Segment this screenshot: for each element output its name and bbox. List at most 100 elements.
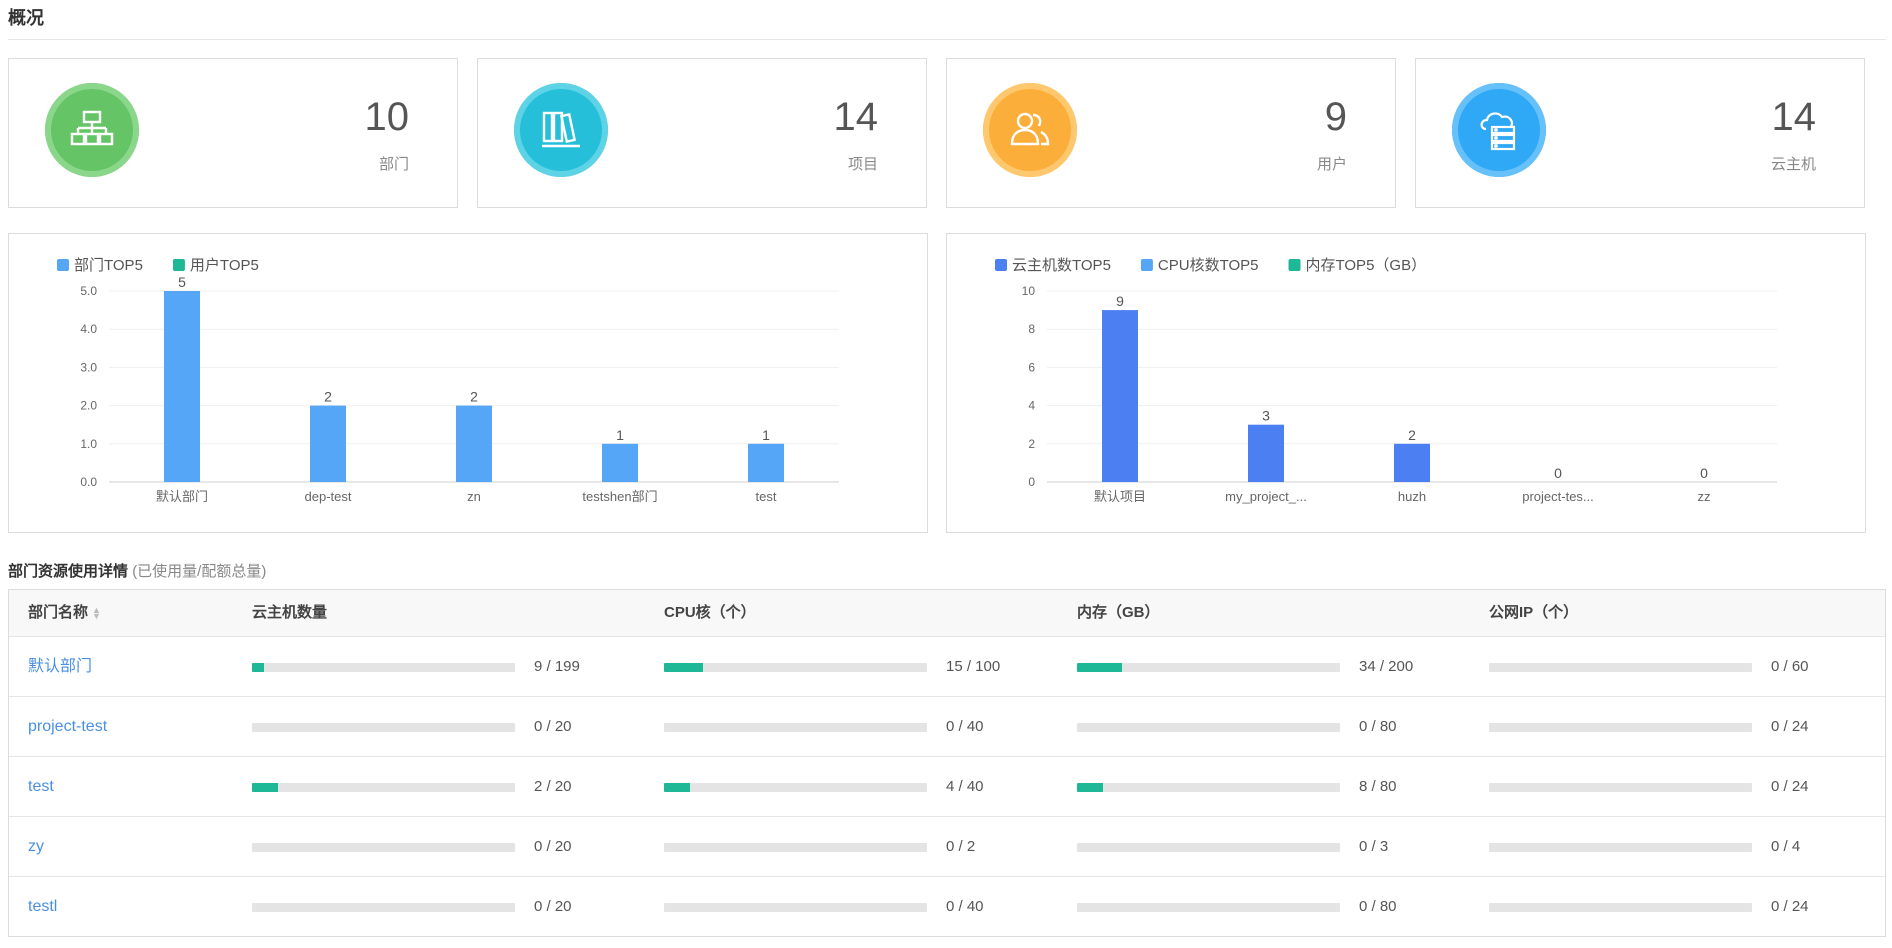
x-tick-label: dep-test: [305, 489, 352, 504]
data-label: 2: [470, 389, 478, 405]
column-header-memory: 内存（GB）: [1077, 604, 1160, 621]
x-tick-label: project-tes...: [1522, 489, 1594, 504]
stat-card-department: 10 部门: [8, 58, 458, 208]
y-tick-label: 3.0: [80, 360, 97, 374]
usage-value: 0 / 40: [946, 898, 984, 915]
bar: [164, 291, 200, 482]
table-row: testl 0 / 20 0 / 40 0 / 80 0 / 24: [9, 877, 1885, 936]
usage-bar: [252, 723, 515, 732]
cloud-server-top5-chart-svg: 云主机数TOP5 CPU核数TOP5 内存TOP5（GB） 0 2 4 6 8 10 9 默认项目 3…: [995, 257, 1777, 504]
table-header: 部门名称 ▲ ▼ 云主机数量 CPU核（个） 内存（GB） 公网IP（个）: [9, 590, 1885, 637]
usage-value: 0 / 20: [534, 898, 572, 915]
x-tick-label: 默认部门: [156, 489, 208, 504]
x-tick-label: huzh: [1398, 489, 1426, 504]
y-tick-label: 8: [1028, 322, 1035, 336]
usage-bar-fill: [1077, 783, 1104, 792]
y-tick-label: 2: [1028, 437, 1035, 451]
department-name-link[interactable]: project-test: [28, 697, 107, 756]
usage-bar: [664, 663, 927, 672]
usage-bar: [1489, 843, 1752, 852]
y-tick-label: 10: [1022, 284, 1036, 298]
column-header-label: 部门名称: [28, 604, 89, 621]
legend-swatch: [57, 259, 69, 271]
department-label: 部门: [378, 156, 409, 173]
y-tick-label: 0.0: [80, 475, 97, 489]
y-tick-label: 6: [1028, 360, 1035, 374]
column-header-cloud-servers: 云主机数量: [252, 604, 328, 621]
cloud-server-icon: [1452, 83, 1546, 177]
bar: [1102, 310, 1138, 482]
usage-bar: [252, 663, 515, 672]
usage-value: 0 / 20: [534, 718, 572, 735]
department-name-link[interactable]: testl: [28, 877, 57, 936]
stat-card-user: 9 用户: [946, 58, 1396, 208]
legend-label: 用户TOP5: [190, 257, 259, 274]
bar: [748, 443, 784, 482]
usage-value: 0 / 3: [1359, 838, 1389, 855]
legend-swatch: [995, 259, 1007, 271]
y-tick-label: 0: [1028, 475, 1035, 489]
table-row: zy 0 / 20 0 / 2 0 / 3 0 / 4: [9, 817, 1885, 877]
y-tick-label: 2.0: [80, 399, 97, 413]
legend-swatch: [1140, 259, 1153, 271]
usage-bar: [1489, 903, 1752, 912]
usage-value: 0 / 20: [534, 838, 572, 855]
department-top5-chart: 部门TOP5 用户TOP5 0.0 1.0 2.0 3.0 4.0 5.0 5 默认部门 2 dep-…: [8, 233, 928, 533]
legend-label: CPU核数TOP5: [1158, 257, 1259, 274]
data-label: 2: [1408, 427, 1416, 443]
usage-value: 15 / 100: [946, 658, 1001, 675]
usage-bar: [1077, 843, 1340, 852]
y-tick-label: 1.0: [80, 437, 97, 451]
table-row: 默认部门 9 / 199 15 / 100 34 / 200 0 / 60: [9, 637, 1885, 697]
department-icon: [45, 83, 139, 177]
usage-value: 8 / 80: [1359, 778, 1397, 795]
usage-bar-fill: [1077, 663, 1122, 672]
usage-value: 0 / 24: [1771, 778, 1809, 795]
data-label: 1: [616, 427, 624, 443]
usage-bar-fill: [664, 663, 704, 672]
data-label: 1: [762, 427, 770, 443]
usage-bar-fill: [252, 783, 279, 792]
project-count: 14: [833, 95, 879, 139]
usage-value: 4 / 40: [946, 778, 984, 795]
cloud-server-count: 14: [1771, 95, 1817, 139]
bar: [1394, 443, 1430, 482]
section-subtitle: (已使用量/配额总量): [132, 563, 267, 580]
usage-value: 0 / 80: [1359, 898, 1397, 915]
x-tick-label: test: [756, 489, 777, 504]
user-label: 用户: [1316, 156, 1347, 173]
usage-value: 9 / 199: [534, 658, 580, 675]
user-count: 9: [1324, 95, 1347, 139]
y-tick-label: 5.0: [80, 284, 97, 298]
sort-icon[interactable]: ▲ ▼: [92, 606, 101, 621]
usage-bar: [252, 903, 515, 912]
legend-label: 内存TOP5（GB）: [1306, 257, 1427, 274]
bar: [456, 405, 492, 482]
usage-bar: [664, 843, 927, 852]
cloud-server-top5-chart: 云主机数TOP5 CPU核数TOP5 内存TOP5（GB） 0 2 4 6 8 10 9 默认项目 3…: [946, 233, 1866, 533]
bar: [602, 443, 638, 482]
usage-bar: [1489, 663, 1752, 672]
usage-value: 0 / 40: [946, 718, 984, 735]
department-name-link[interactable]: test: [28, 757, 54, 816]
data-label: 9: [1116, 293, 1124, 309]
bar: [1248, 424, 1284, 482]
usage-bar: [1077, 783, 1340, 792]
usage-bar: [252, 783, 515, 792]
usage-bar: [252, 843, 515, 852]
usage-bar: [1077, 723, 1340, 732]
department-name-link[interactable]: 默认部门: [28, 637, 92, 696]
resource-usage-table: 部门名称 ▲ ▼ 云主机数量 CPU核（个） 内存（GB） 公网IP（个） 默认部门…: [8, 589, 1886, 937]
x-tick-label: 默认项目: [1094, 489, 1146, 504]
department-top5-chart-svg: 部门TOP5 用户TOP5 0.0 1.0 2.0 3.0 4.0 5.0 5 默认部门 2 dep-…: [57, 257, 839, 504]
usage-value: 0 / 2: [946, 838, 976, 855]
usage-value: 2 / 20: [534, 778, 572, 795]
department-name-link[interactable]: zy: [28, 817, 44, 876]
usage-value: 34 / 200: [1359, 658, 1414, 675]
data-label: 3: [1262, 408, 1270, 424]
column-header-department-name[interactable]: 部门名称 ▲ ▼: [28, 590, 101, 636]
table-row: test 2 / 20 4 / 40 8 / 80 0 / 24: [9, 757, 1885, 817]
usage-value: 0 / 60: [1771, 658, 1809, 675]
project-label: 项目: [847, 156, 878, 173]
data-label: 5: [178, 274, 186, 290]
